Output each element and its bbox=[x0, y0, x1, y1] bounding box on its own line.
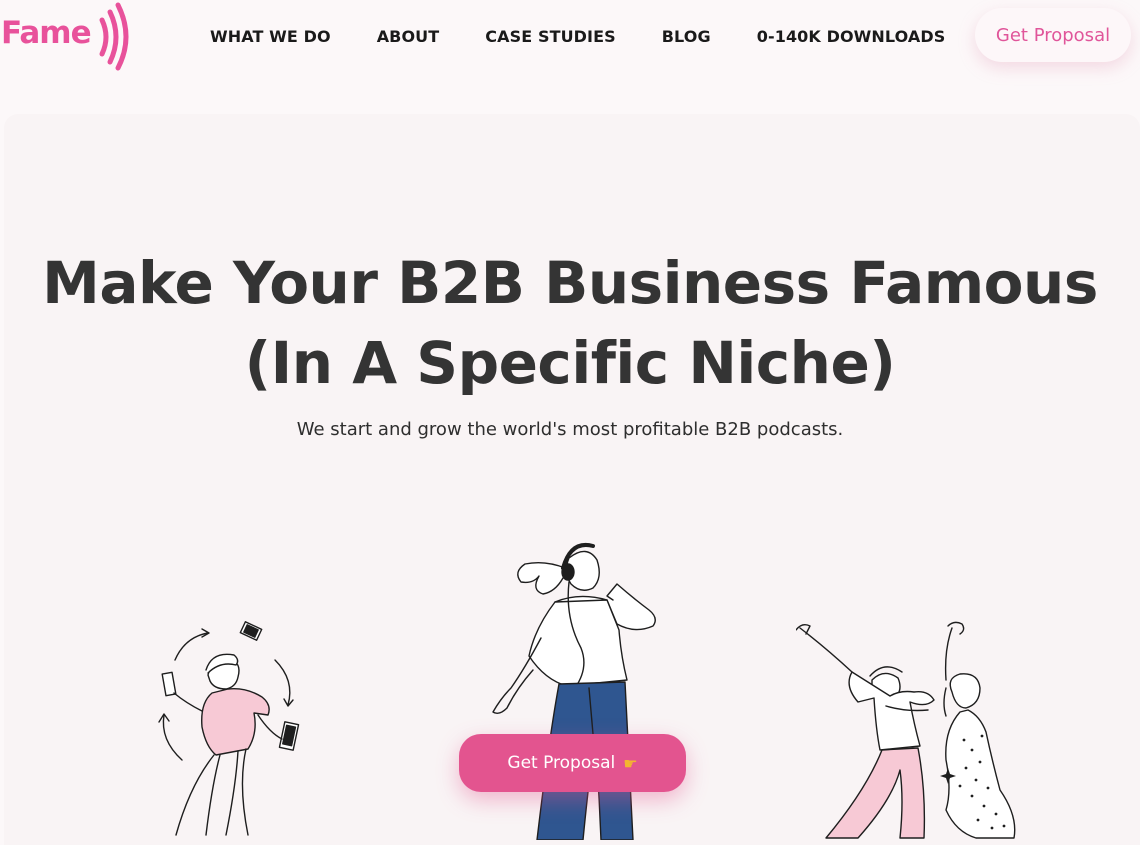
pointing-hand-icon: ☛ bbox=[623, 753, 638, 773]
sound-waves-icon bbox=[99, 2, 129, 71]
brand-name: Fame bbox=[1, 15, 92, 51]
nav-item-blog[interactable]: BLOG bbox=[662, 27, 711, 46]
hero-subtitle: We start and grow the world's most profi… bbox=[296, 419, 844, 440]
hero-cta-label: Get Proposal bbox=[507, 753, 616, 773]
woman-with-headphones-illustration bbox=[492, 543, 656, 840]
brand-logo[interactable]: Fame bbox=[0, 0, 145, 72]
site-header: Fame WHAT WE DO ABOUT CASE STUDIES BLOG … bbox=[0, 0, 1140, 80]
person-juggling-phones-illustration bbox=[158, 621, 300, 836]
hero-get-proposal-button[interactable]: Get Proposal ☛ bbox=[459, 734, 686, 792]
people-dancing-illustration bbox=[796, 621, 1016, 839]
nav-item-downloads[interactable]: 0-140K DOWNLOADS bbox=[757, 27, 946, 46]
hero-title: Make Your B2B Business Famous (In A Spec… bbox=[0, 243, 1140, 403]
nav-item-about[interactable]: ABOUT bbox=[377, 27, 440, 46]
main-nav: WHAT WE DO ABOUT CASE STUDIES BLOG 0-140… bbox=[210, 23, 945, 49]
header-get-proposal-button[interactable]: Get Proposal bbox=[975, 8, 1131, 62]
nav-item-what-we-do[interactable]: WHAT WE DO bbox=[210, 27, 331, 46]
hero-title-line-2: (In A Specific Niche) bbox=[244, 329, 896, 397]
nav-item-case-studies[interactable]: CASE STUDIES bbox=[485, 27, 615, 46]
hero-title-line-1: Make Your B2B Business Famous bbox=[42, 249, 1098, 317]
